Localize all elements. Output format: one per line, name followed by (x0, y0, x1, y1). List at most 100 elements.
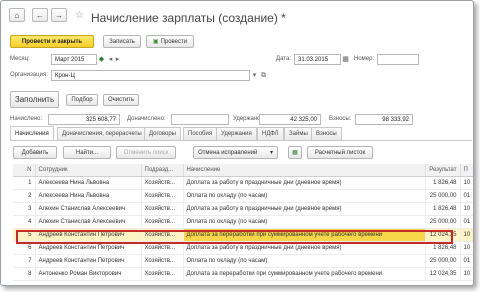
column-header-number[interactable]: N (13, 164, 36, 177)
period-cell: 10 (460, 176, 473, 190)
organization-dropdown-icon[interactable]: ▾ (250, 71, 259, 80)
tab-benefits[interactable]: Пособия (183, 127, 218, 140)
employee-cell: Андреев Константин Петрович (35, 254, 142, 268)
fill-button[interactable]: Заполнить (10, 91, 59, 108)
accrual-cell: Доплата за работу в праздничные дни (дне… (183, 176, 426, 190)
period-cell: 10 (460, 202, 473, 216)
cancel-corrections-dropdown[interactable]: Отмена исправлений ▾ (193, 146, 278, 159)
contributions-label: Взносы: (329, 116, 352, 122)
month-field[interactable]: Март 2015 (51, 54, 97, 65)
tab-contributions[interactable]: Взносы (311, 127, 342, 140)
tab-contracts[interactable]: Договоры (144, 127, 181, 140)
back-icon[interactable]: ← (32, 8, 48, 22)
window-title: Начисление зарплаты (создание) * (91, 11, 286, 25)
period-cell: 10 (460, 267, 473, 281)
employee-cell: Алехин Станислав Алексеевич (35, 202, 142, 216)
date-field[interactable]: 31.03.2015 (294, 54, 341, 65)
column-header-department[interactable]: Подразд... (141, 164, 184, 177)
additional-total (171, 114, 229, 125)
excel-export-icon[interactable]: ▦ (288, 146, 302, 159)
result-cell: 25 000,00 (425, 215, 461, 229)
department-cell: Хозяйств... (141, 176, 184, 190)
employee-cell: Алексеева Нина Львовна (35, 189, 142, 203)
save-button[interactable]: Записать (103, 35, 141, 48)
period-cell: 10 (460, 228, 473, 242)
period-cell: 01 (460, 215, 473, 229)
favorite-star-icon[interactable]: ☆ (75, 10, 84, 21)
date-label: Дата: (276, 56, 291, 62)
department-cell: Хозяйств... (141, 202, 184, 216)
row-number: 2 (13, 189, 36, 203)
employee-cell: Алехин Станислав Алексеевич (35, 215, 142, 229)
result-cell: 25 000,00 (425, 254, 461, 268)
table-row[interactable]: 7 Андреев Константин Петрович Хозяйств..… (13, 254, 473, 268)
number-label: Номер: (354, 56, 375, 62)
employee-cell: Антоненко Роман Викторович (35, 267, 142, 281)
forward-icon[interactable]: → (51, 8, 67, 22)
tab-loans[interactable]: Займы (284, 127, 313, 140)
month-label: Месяц: (10, 56, 30, 62)
accrual-cell: Доплата за переработки при суммированном… (183, 267, 426, 281)
accrued-total: 325 608,77 (48, 114, 120, 125)
result-cell: 1 826,48 (425, 202, 461, 216)
row-number: 5 (13, 228, 36, 242)
accrual-cell: Оплата по окладу (по часам) (183, 215, 426, 229)
row-number: 3 (13, 202, 36, 216)
result-cell: 12 024,35 (425, 228, 461, 242)
result-cell: 12 024,35 (425, 267, 461, 281)
tab-deductions[interactable]: Удержания (216, 127, 257, 140)
column-header-employee[interactable]: Сотрудник (35, 164, 142, 177)
cancel-search-button[interactable]: Отменить поиск (116, 146, 176, 159)
column-header-accrual[interactable]: Начисление (183, 164, 426, 177)
table-row[interactable]: 8 Антоненко Роман Викторович Хозяйств...… (13, 267, 473, 281)
table-row[interactable]: 2 Алексеева Нина Львовна Хозяйств... Опл… (13, 189, 473, 203)
table-row-selected[interactable]: 5 Андреев Константин Петрович Хозяйств..… (13, 228, 473, 242)
add-button[interactable]: Добавить (13, 146, 57, 159)
accrual-cell: Оплата по окладу (по часам) (183, 254, 426, 268)
payslip-button[interactable]: Расчетный листок (307, 146, 373, 159)
tab-recalculations[interactable]: Доначисления, перерасчеты (57, 127, 147, 140)
period-cell: 01 (460, 254, 473, 268)
calendar-icon[interactable]: ◆ (97, 55, 106, 64)
tab-accruals[interactable]: Начисления (10, 126, 54, 141)
department-cell: Хозяйств... (141, 267, 184, 281)
post-button[interactable]: ▣ Провести (146, 35, 194, 48)
organization-field[interactable]: Крон-Ц (51, 70, 250, 81)
table-row[interactable]: 3 Алехин Станислав Алексеевич Хозяйств..… (13, 202, 473, 216)
find-button[interactable]: Найти... (63, 146, 111, 159)
column-header-period[interactable]: П (460, 164, 473, 177)
table-row[interactable]: 4 Алехин Станислав Алексеевич Хозяйств..… (13, 215, 473, 229)
result-cell: 1 826,48 (425, 176, 461, 190)
accrual-cell: Доплата за переработки при суммированном… (183, 228, 426, 242)
number-field[interactable] (377, 54, 419, 65)
additional-label: Доначислено: (127, 116, 166, 122)
result-cell: 25 000,00 (425, 189, 461, 203)
month-prev-icon[interactable]: ▸ (113, 55, 122, 64)
organization-label: Организация: (10, 72, 48, 78)
department-cell: Хозяйств... (141, 215, 184, 229)
tab-ndfl[interactable]: НДФЛ (257, 127, 284, 140)
withheld-total: 42 325,00 (259, 114, 321, 125)
period-cell: 10 (460, 241, 473, 255)
table-row[interactable]: 6 Андреев Константин Петрович Хозяйств..… (13, 241, 473, 255)
date-picker-icon[interactable]: ▦ (341, 55, 350, 64)
department-cell: Хозяйств... (141, 241, 184, 255)
table-row[interactable]: 1 Алексеева Нина Львовна Хозяйств... Доп… (13, 176, 473, 190)
select-button[interactable]: Подбор (66, 94, 98, 106)
department-cell: Хозяйств... (141, 189, 184, 203)
document-window: ⌂ ← → ☆ Начисление зарплаты (создание) *… (0, 0, 474, 286)
employee-cell: Алексеева Нина Львовна (35, 176, 142, 190)
home-icon[interactable]: ⌂ (9, 8, 25, 22)
organization-open-icon[interactable]: ⧉ (259, 71, 268, 80)
chevron-down-icon: ▾ (269, 150, 273, 156)
accrual-cell: Оплата по окладу (по часам) (183, 189, 426, 203)
department-cell: Хозяйств... (141, 228, 184, 242)
row-number: 4 (13, 215, 36, 229)
post-and-close-button[interactable]: Провести и закрыть (10, 35, 94, 48)
column-header-result[interactable]: Результат (425, 164, 461, 177)
row-number: 1 (13, 176, 36, 190)
clear-button[interactable]: Очистить (103, 94, 139, 106)
employee-cell: Андреев Константин Петрович (35, 228, 142, 242)
post-icon: ▣ (152, 39, 159, 45)
contributions-total: 98 333,92 (355, 114, 413, 125)
